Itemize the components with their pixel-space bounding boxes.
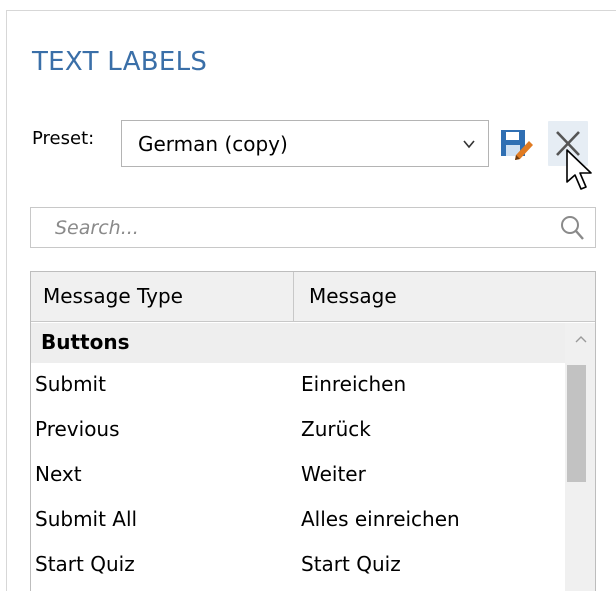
- preset-label: Preset:: [32, 128, 95, 149]
- cell-message[interactable]: Weiter: [301, 462, 366, 486]
- magnifier-icon[interactable]: [559, 214, 585, 242]
- preset-dropdown[interactable]: German (copy): [121, 120, 489, 167]
- table-row[interactable]: Submit All Alles einreichen: [31, 498, 565, 544]
- cell-message[interactable]: Zurück: [301, 417, 371, 441]
- search-input[interactable]: [31, 208, 551, 247]
- table-row[interactable]: Next Weiter: [31, 453, 565, 499]
- table-row[interactable]: Start Quiz Start Quiz: [31, 543, 565, 589]
- scrollbar-thumb[interactable]: [567, 365, 586, 482]
- chevron-down-icon: [463, 140, 475, 149]
- labels-table: Message Type Message Buttons Submit Einr…: [30, 271, 596, 591]
- mouse-pointer-icon: [566, 149, 592, 190]
- cell-message[interactable]: Start Quiz: [301, 552, 401, 576]
- table-header: Message Type Message: [31, 272, 595, 322]
- group-label: Buttons: [41, 330, 130, 354]
- cell-message-type: Next: [35, 462, 82, 486]
- cell-message[interactable]: Alles einreichen: [301, 507, 460, 531]
- group-row-buttons[interactable]: Buttons: [31, 323, 595, 363]
- column-header-message-type[interactable]: Message Type: [43, 284, 183, 308]
- cell-message-type: Previous: [35, 417, 120, 441]
- scroll-up-arrow-icon[interactable]: [574, 334, 588, 344]
- cell-message-type: Submit: [35, 372, 106, 396]
- vertical-scrollbar[interactable]: [565, 323, 595, 591]
- column-divider[interactable]: [293, 272, 294, 322]
- preset-selected-value: German (copy): [138, 132, 288, 156]
- table-row[interactable]: Previous Zurück: [31, 408, 565, 454]
- table-row[interactable]: Submit Einreichen: [31, 363, 565, 409]
- column-header-message[interactable]: Message: [309, 284, 397, 308]
- cell-message[interactable]: Einreichen: [301, 372, 406, 396]
- cell-message-type: Start Quiz: [35, 552, 135, 576]
- search-box: [30, 207, 596, 248]
- panel-title: TEXT LABELS: [32, 47, 208, 77]
- save-preset-button[interactable]: [497, 121, 537, 166]
- cell-message-type: Submit All: [35, 507, 138, 531]
- save-edit-icon: [501, 130, 533, 160]
